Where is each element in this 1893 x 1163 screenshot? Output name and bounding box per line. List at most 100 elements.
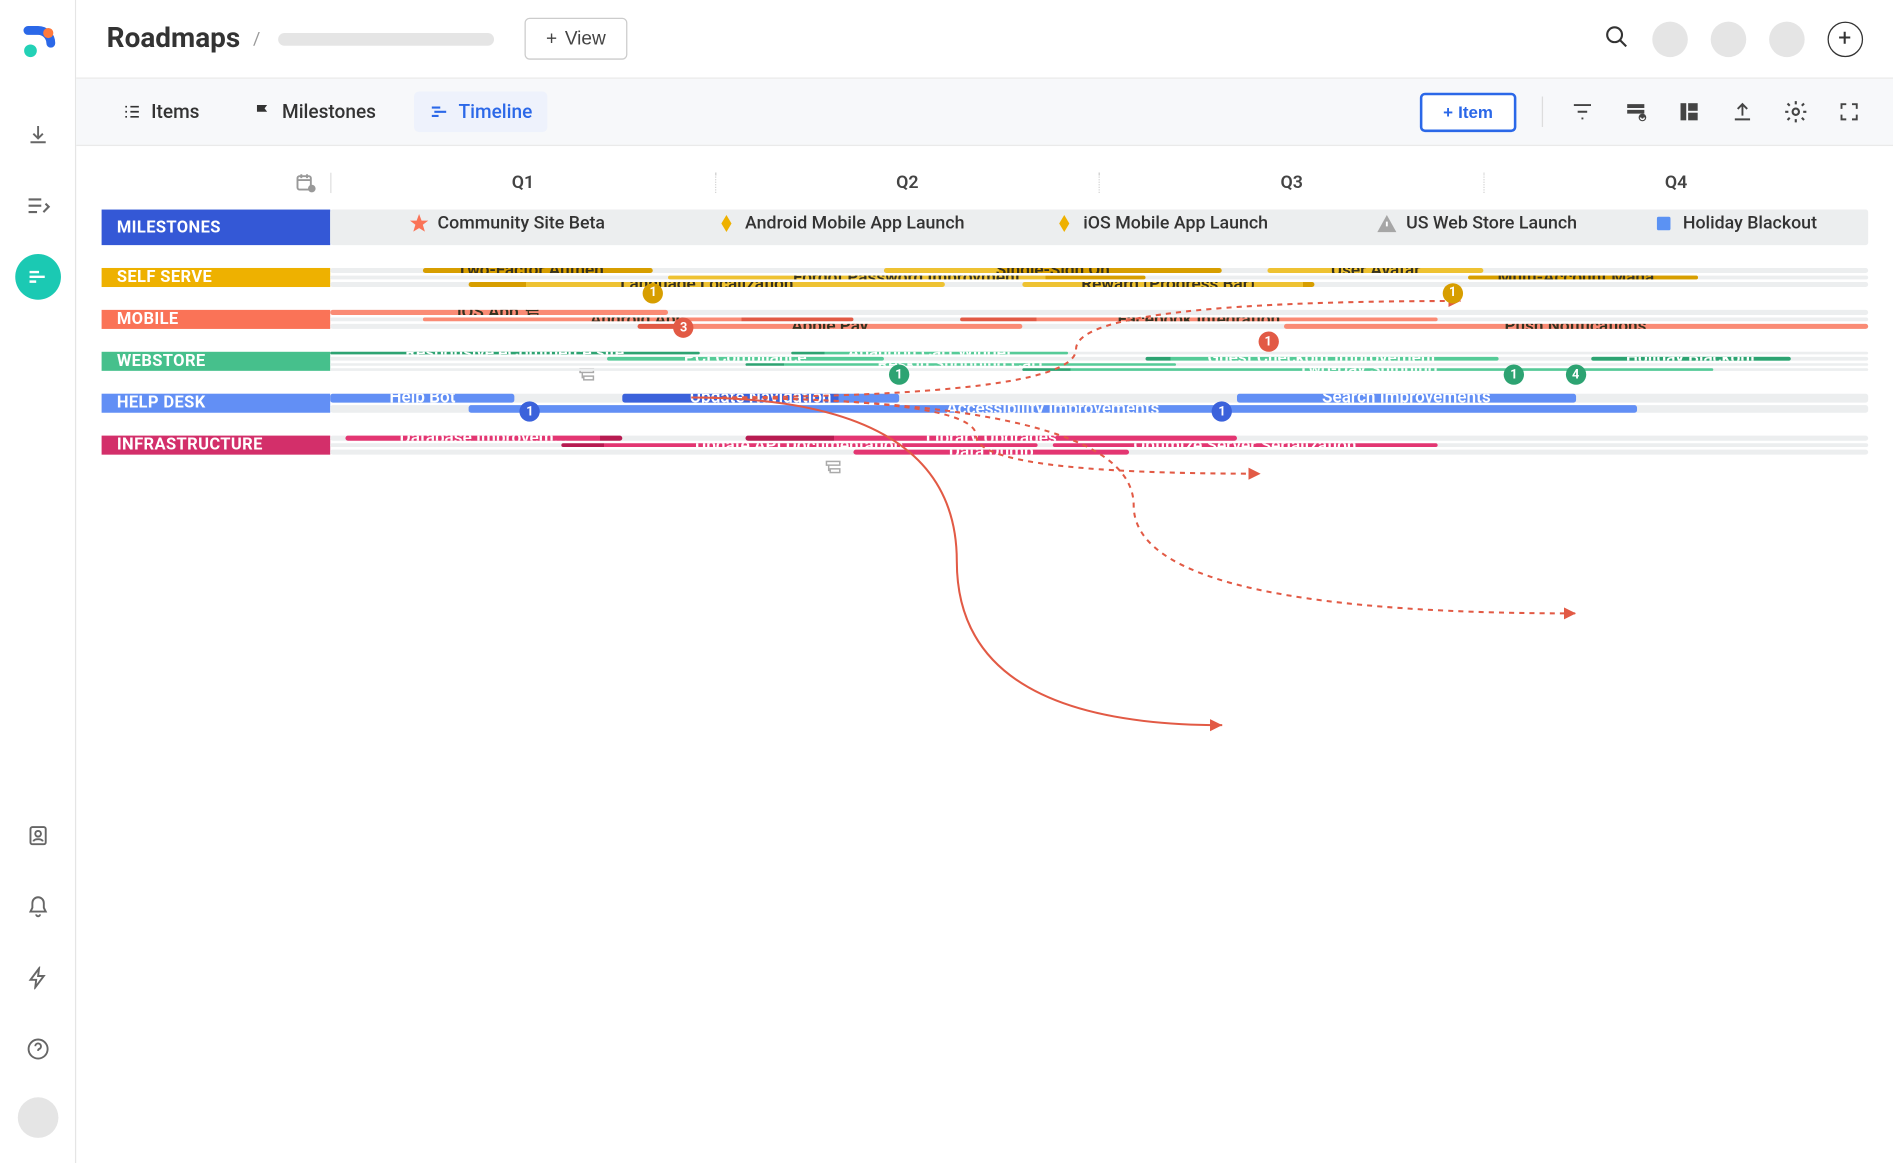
timeline-bar[interactable]: Facebook Integration xyxy=(961,317,1438,322)
bar-label: User Avatar xyxy=(1331,268,1421,273)
timeline-bar[interactable]: Reward (Progress Bar) xyxy=(1022,282,1314,287)
layout-icon[interactable] xyxy=(1675,98,1703,126)
timeline-bar[interactable]: Two-Day Shipping xyxy=(1022,368,1714,371)
timeline-bar[interactable]: Guest Checkout Improvement xyxy=(1145,357,1499,360)
search-icon[interactable] xyxy=(1603,23,1628,53)
collaborator-avatar[interactable] xyxy=(1710,21,1746,57)
bar-label: Push Notifications xyxy=(1504,324,1646,329)
quarter-header: Q1 xyxy=(330,173,714,193)
bolt-icon[interactable] xyxy=(15,955,61,1001)
dependency-badge[interactable]: 1 xyxy=(643,283,663,303)
timeline-bar[interactable]: Database Improvem... xyxy=(346,436,623,441)
bar-label: Library Upgrades xyxy=(926,436,1057,441)
milestone-item[interactable]: Community Site Beta xyxy=(407,212,605,235)
dependency-badge[interactable]: 1 xyxy=(1442,283,1462,303)
filter-icon[interactable] xyxy=(1568,98,1596,126)
bar-label: Android App xyxy=(590,317,685,322)
timeline-bar[interactable]: Push Notifications xyxy=(1283,324,1867,329)
export-icon[interactable] xyxy=(1728,98,1756,126)
dependency-badge[interactable]: 4 xyxy=(1565,365,1585,385)
date-settings-icon[interactable] xyxy=(102,171,331,194)
bar-label: Forgot Password Improvment xyxy=(793,275,1021,280)
add-button[interactable]: + xyxy=(1827,21,1863,57)
collaborator-avatar[interactable] xyxy=(1652,21,1688,57)
square-icon xyxy=(1652,212,1675,235)
bar-label: Database Improvem... xyxy=(400,436,569,441)
group-label[interactable]: SELF SERVE xyxy=(102,268,331,287)
timeline-bar[interactable]: Holiday Blackout xyxy=(1591,357,1791,360)
timeline-bar[interactable]: Search Improvements xyxy=(1237,394,1575,402)
timeline-bar[interactable]: Apple Pay xyxy=(638,324,1022,329)
timeline-bar[interactable]: PCI Compliance xyxy=(607,357,884,360)
quarter-header: Q4 xyxy=(1483,173,1867,193)
timeline-row: Two-Factor Authen... Single-Sign On User A… xyxy=(330,268,1867,273)
timeline-bar[interactable]: Multi-Account Mana... xyxy=(1468,275,1699,280)
add-item-button[interactable]: +Item xyxy=(1420,92,1516,131)
timeline-bar[interactable]: Single-Sign On xyxy=(884,268,1222,273)
timeline-bar[interactable]: Accessibility Improvements xyxy=(469,404,1637,412)
user-avatar[interactable] xyxy=(17,1097,58,1138)
group-label[interactable]: HELP DESK xyxy=(102,394,331,413)
timeline-bar[interactable]: Responsive eCommerce site xyxy=(330,352,699,355)
timeline-bar[interactable]: Help Bot xyxy=(330,394,514,402)
bar-label: Guest Checkout Improvement xyxy=(1207,357,1436,360)
dependency-badge[interactable]: 1 xyxy=(1504,365,1524,385)
tab-milestones[interactable]: Milestones xyxy=(238,91,392,132)
bar-label: Accessibility Improvements xyxy=(946,404,1159,412)
dependency-badge[interactable]: 1 xyxy=(889,365,909,385)
collaborator-avatar[interactable] xyxy=(1769,21,1805,57)
timeline-bar[interactable]: Optimize Server Serialization xyxy=(1053,443,1437,448)
star-icon xyxy=(407,212,430,235)
app-logo-icon xyxy=(20,25,56,61)
page-title: Roadmaps xyxy=(107,23,241,55)
milestone-item[interactable]: Holiday Blackout xyxy=(1652,212,1817,235)
milestone-item[interactable]: US Web Store Launch xyxy=(1376,212,1577,235)
download-icon[interactable] xyxy=(15,112,61,158)
help-icon[interactable] xyxy=(15,1026,61,1072)
dependency-badge[interactable]: 1 xyxy=(520,401,540,421)
timeline-row: Android App Facebook Integration xyxy=(330,317,1867,322)
contact-icon[interactable] xyxy=(15,812,61,858)
roadmap-icon[interactable] xyxy=(15,254,61,300)
dependency-badge[interactable]: 3 xyxy=(673,318,693,338)
dependency-badge[interactable]: 1 xyxy=(1212,401,1232,421)
timeline-row: Update API Documentation Optimize Server … xyxy=(330,443,1867,448)
settings-icon[interactable] xyxy=(1781,98,1809,126)
bar-label: Help Bot xyxy=(389,394,455,402)
list-check-icon[interactable] xyxy=(15,183,61,229)
group-label[interactable]: MOBILE xyxy=(102,310,331,329)
timeline-bar[interactable]: iOS App xyxy=(330,310,668,315)
milestone-item[interactable]: Android Mobile App Launch xyxy=(715,212,965,235)
timeline-bar[interactable]: Reskin Shopping Cart xyxy=(745,363,1175,366)
fullscreen-icon[interactable] xyxy=(1835,98,1863,126)
timeline-bar[interactable]: User Avatar xyxy=(1268,268,1483,273)
timeline-bar[interactable]: Language Localization xyxy=(469,282,946,287)
left-rail xyxy=(0,0,76,1163)
timeline-bar[interactable]: Abandon Cart Widget xyxy=(791,352,1068,355)
dependency-badge[interactable]: 1 xyxy=(1258,332,1278,352)
toolbar: Items Milestones Timeline +Item xyxy=(76,77,1893,146)
bell-icon[interactable] xyxy=(15,884,61,930)
bar-label: Search Improvements xyxy=(1322,394,1491,402)
timeline-bar[interactable]: Two-Factor Authen... xyxy=(422,268,653,273)
tab-items[interactable]: Items xyxy=(107,91,215,132)
timeline-bar[interactable]: Update API Documentation xyxy=(561,443,1038,448)
timeline-row: Data Dump xyxy=(330,450,1867,455)
tab-timeline[interactable]: Timeline xyxy=(414,91,547,132)
timeline-view: Q1Q2Q3Q4 MILESTONES Community Site BetaA… xyxy=(76,146,1893,1163)
timeline-bar[interactable]: Android App xyxy=(422,317,852,322)
link-filter-icon[interactable] xyxy=(1621,98,1649,126)
timeline-bar[interactable]: Update Navigation xyxy=(622,394,899,402)
roadmap-selector-placeholder[interactable] xyxy=(278,32,494,45)
bar-label: Optimize Server Serialization xyxy=(1133,443,1356,448)
subtask-icon xyxy=(822,459,842,482)
timeline-bar[interactable]: Library Upgrades xyxy=(745,436,1237,441)
milestone-item[interactable]: iOS Mobile App Launch xyxy=(1053,212,1268,235)
group-milestones[interactable]: MILESTONES xyxy=(102,210,331,246)
timeline-bar[interactable]: Data Dump xyxy=(853,450,1130,455)
group-label[interactable]: WEBSTORE xyxy=(102,352,331,371)
add-view-button[interactable]: +View xyxy=(524,18,627,60)
bar-label: Multi-Account Mana... xyxy=(1497,275,1668,280)
group-label[interactable]: INFRASTRUCTURE xyxy=(102,436,331,455)
timeline-bar[interactable]: Forgot Password Improvment xyxy=(668,275,1145,280)
